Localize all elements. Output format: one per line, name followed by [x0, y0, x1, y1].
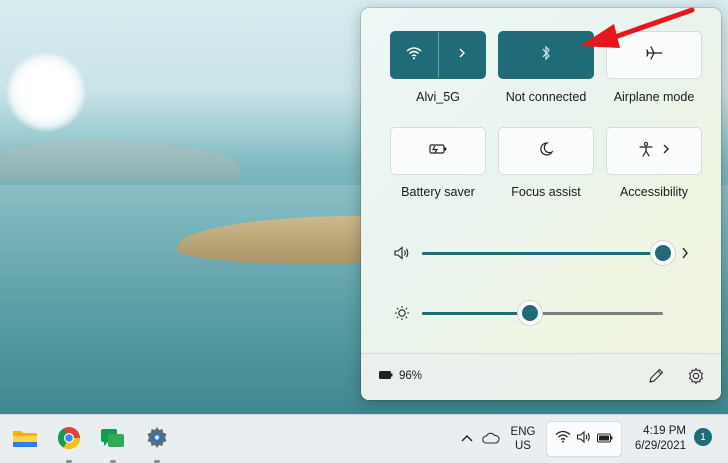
settings-app-icon: [144, 427, 170, 455]
file-explorer-icon: [12, 431, 38, 455]
wifi-tile: [390, 31, 486, 79]
gear-icon[interactable]: [687, 367, 705, 390]
battery-saver-tile[interactable]: [390, 127, 486, 175]
speaker-icon: [576, 430, 592, 449]
airplane-mode-tile-label: Airplane mode: [613, 90, 695, 104]
cloud-icon: [482, 432, 500, 447]
battery-icon: [379, 370, 393, 382]
brightness-slider-thumb[interactable]: [522, 305, 539, 321]
notification-badge[interactable]: 1: [694, 428, 712, 446]
language-indicator[interactable]: ENG US: [506, 415, 540, 463]
wifi-expand-button[interactable]: [439, 32, 486, 78]
chrome-icon: [56, 427, 82, 455]
chevron-up-icon: [461, 433, 473, 445]
wifi-icon: [406, 46, 422, 65]
accessibility-tile-label: Accessibility: [619, 185, 689, 199]
quick-settings-footer: 96%: [361, 353, 721, 400]
battery-saver-icon: [428, 142, 448, 160]
chevron-right-icon: [662, 142, 670, 160]
language-code: ENG: [510, 426, 536, 438]
taskbar-settings[interactable]: [144, 425, 170, 463]
language-region: US: [515, 440, 531, 452]
airplane-mode-tile[interactable]: [606, 31, 702, 79]
battery-percent-label: 96%: [399, 370, 423, 382]
bluetooth-tile-label: Not connected: [505, 90, 587, 104]
sun-icon: [394, 305, 410, 326]
taskbar-chrome[interactable]: [56, 425, 82, 463]
focus-assist-tile[interactable]: [498, 127, 594, 175]
wifi-toggle-button[interactable]: [391, 32, 438, 78]
battery-icon: [596, 430, 613, 448]
accessibility-icon: [638, 141, 654, 162]
taskbar-clock[interactable]: 4:19 PM 6/29/2021: [634, 424, 686, 454]
brightness-slider-track[interactable]: [422, 312, 663, 315]
show-hidden-icons-button[interactable]: [458, 415, 476, 463]
wifi-tile-label: Alvi_5G: [416, 90, 460, 104]
onedrive-tray-button[interactable]: [480, 415, 502, 463]
wallpaper-hill: [0, 140, 240, 180]
volume-slider-fill: [422, 252, 663, 255]
moon-icon: [538, 141, 554, 162]
taskbar-file-explorer[interactable]: [12, 425, 38, 451]
network-volume-battery-button[interactable]: [546, 421, 622, 457]
pencil-icon[interactable]: [647, 367, 665, 390]
taskbar: ENG US 4:19 PM 6/29/2021 1: [0, 414, 728, 463]
chat-icon: [100, 429, 126, 455]
speaker-icon[interactable]: [393, 245, 411, 266]
wallpaper-sun: [6, 52, 86, 132]
volume-slider-row: [393, 241, 693, 265]
bluetooth-icon: [541, 45, 551, 66]
volume-output-chevron-icon[interactable]: [681, 246, 689, 265]
clock-date: 6/29/2021: [634, 440, 686, 452]
taskbar-chat[interactable]: [100, 425, 126, 463]
clock-time: 4:19 PM: [643, 425, 686, 437]
battery-status[interactable]: 96%: [379, 370, 422, 382]
accessibility-tile[interactable]: [606, 127, 702, 175]
airplane-icon: [645, 45, 663, 66]
wifi-icon: [555, 430, 571, 448]
bluetooth-tile[interactable]: [498, 31, 594, 79]
chevron-right-icon: [458, 46, 466, 64]
battery-saver-tile-label: Battery saver: [401, 185, 475, 199]
volume-slider-thumb[interactable]: [655, 245, 671, 261]
volume-slider-track[interactable]: [422, 252, 663, 255]
quick-settings-panel: Alvi_5G Not connected Airplane mode Batt…: [361, 8, 721, 400]
brightness-slider-fill: [422, 312, 531, 315]
focus-assist-tile-label: Focus assist: [511, 185, 581, 199]
brightness-slider-row: [393, 301, 693, 325]
